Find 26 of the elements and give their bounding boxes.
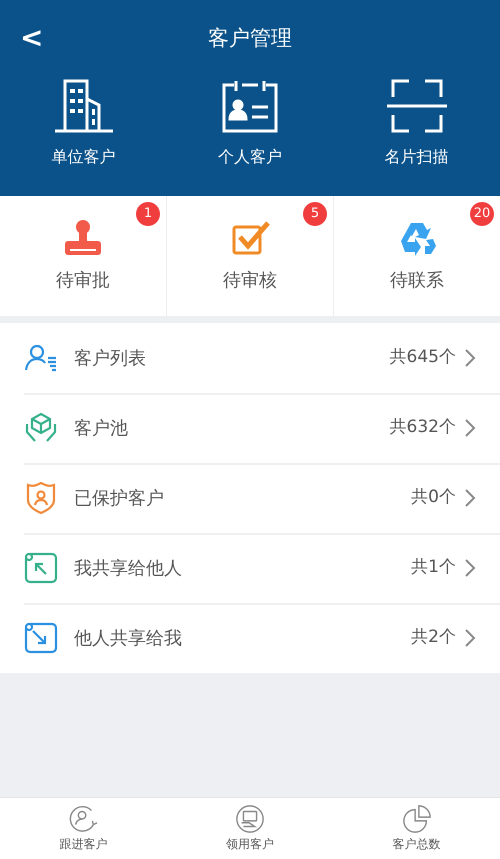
scan-icon [384, 77, 449, 135]
shortcut-button[interactable]: 名片扫描 [333, 76, 500, 170]
back-button[interactable]: < [0, 0, 64, 76]
box-hands-icon [24, 412, 58, 444]
chevron-icon [464, 488, 476, 508]
count-badge: 1 [136, 202, 160, 226]
pie-chart-icon [400, 804, 433, 834]
arrow-down-right-icon [24, 622, 58, 654]
chevron-icon [464, 628, 476, 648]
person-cycle-icon [67, 804, 100, 834]
nav-tab[interactable]: 客户总数 [333, 798, 500, 859]
stamp-icon [63, 218, 103, 256]
checkbox-icon [230, 218, 270, 256]
chevron-icon [464, 418, 476, 438]
shield-person-icon [24, 482, 58, 514]
chevron-icon [464, 348, 476, 368]
arrow-up-left-icon [24, 552, 58, 584]
chevron-icon [464, 558, 476, 578]
nav-tab[interactable]: 领用客户 [166, 798, 334, 859]
person-list-icon [24, 342, 58, 374]
count-badge: 20 [470, 202, 494, 226]
shortcut-button[interactable]: 个人客户 [166, 76, 334, 170]
nav-tab[interactable]: 跟进客户 [0, 798, 167, 859]
count-badge: 5 [303, 202, 327, 226]
page-title: 客户管理 [208, 26, 292, 50]
shortcut-button[interactable]: 单位客户 [0, 76, 167, 170]
